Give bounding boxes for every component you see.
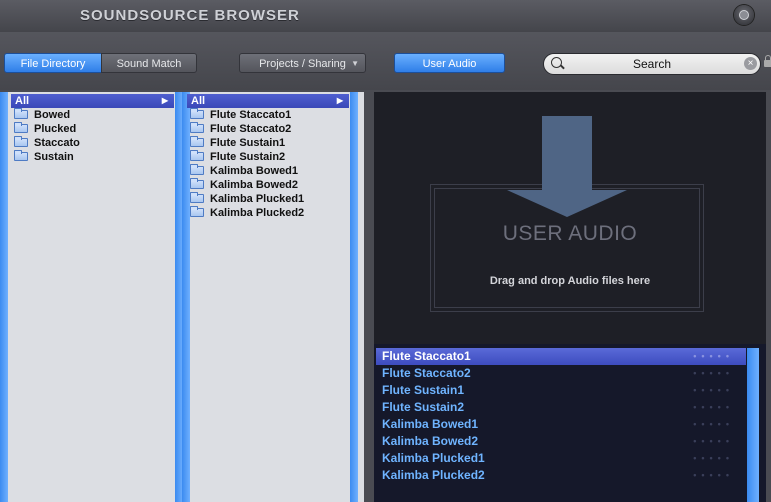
list-item[interactable]: Flute Sustain2 (187, 150, 349, 164)
audio-item-label: Kalimba Plucked2 (382, 468, 485, 482)
audio-list-item[interactable]: Flute Staccato2 ••••• (376, 365, 746, 382)
list-item-label: Bowed (34, 109, 71, 121)
sound-match-button[interactable]: Sound Match (101, 53, 197, 73)
folder-icon (190, 206, 204, 217)
projects-sharing-dropdown[interactable]: Projects / Sharing ▼ (239, 53, 366, 73)
drop-zone-title: USER AUDIO (502, 222, 638, 245)
folder-icon (190, 122, 204, 133)
scrollbar[interactable] (747, 348, 759, 502)
arrow-down-icon-head (507, 190, 627, 217)
audio-list-item-selected[interactable]: Flute Staccato1 ••••• (376, 348, 746, 365)
user-audio-drop-zone[interactable]: USER AUDIO Drag and drop Audio files her… (374, 92, 766, 344)
scrollbar[interactable] (0, 92, 8, 502)
drag-handle-icon[interactable]: ••••• (693, 365, 734, 382)
folder-icon (14, 122, 28, 133)
folder-icon (190, 178, 204, 189)
list-item[interactable]: Kalimba Bowed1 (187, 164, 349, 178)
arrow-down-icon (542, 116, 592, 190)
dropdown-caret-icon: ▼ (351, 59, 359, 68)
list-item-label: Flute Staccato2 (210, 123, 292, 135)
file-list-header-label: All (191, 95, 206, 107)
scrollbar[interactable] (350, 92, 358, 502)
list-item[interactable]: Staccato (11, 136, 174, 150)
list-item[interactable]: Flute Staccato1 (187, 108, 349, 122)
user-audio-list: Flute Staccato1 ••••• Flute Staccato2 ••••… (374, 344, 766, 502)
drag-handle-icon[interactable]: ••••• (693, 416, 734, 433)
app-title: SOUNDSOURCE BROWSER (80, 7, 300, 24)
category-header-label: All (15, 95, 30, 107)
audio-list-item[interactable]: Flute Sustain2 ••••• (376, 399, 746, 416)
folder-icon (14, 150, 28, 161)
file-directory-button[interactable]: File Directory (4, 53, 102, 73)
audio-list-item[interactable]: Flute Sustain1 ••••• (376, 382, 746, 399)
file-list-header[interactable]: All ▶ (187, 94, 349, 108)
audio-item-label: Kalimba Plucked1 (382, 451, 485, 465)
audio-item-label: Flute Sustain1 (382, 383, 465, 397)
category-list: All ▶ Bowed Plucked Staccato Sustain (11, 94, 174, 164)
list-item-label: Kalimba Bowed1 (210, 165, 299, 177)
audio-item-label: Flute Sustain2 (382, 400, 465, 414)
list-item-label: Sustain (34, 151, 74, 163)
list-item-label: Flute Sustain2 (210, 151, 286, 163)
list-item[interactable]: Bowed (11, 108, 174, 122)
drag-handle-icon[interactable]: ••••• (693, 382, 734, 399)
audio-list-item[interactable]: Kalimba Bowed2 ••••• (376, 433, 746, 450)
list-item[interactable]: Kalimba Bowed2 (187, 178, 349, 192)
audio-item-label: Flute Staccato2 (382, 366, 471, 380)
list-item[interactable]: Flute Staccato2 (187, 122, 349, 136)
lock-icon[interactable] (764, 55, 771, 67)
file-list: All ▶ Flute Staccato1 Flute Staccato2 Fl… (187, 94, 349, 220)
list-item-label: Kalimba Bowed2 (210, 179, 299, 191)
list-item-label: Plucked (34, 123, 77, 135)
list-item-label: Kalimba Plucked2 (210, 207, 305, 219)
drag-handle-icon[interactable]: ••••• (693, 399, 734, 416)
list-item[interactable]: Kalimba Plucked2 (187, 206, 349, 220)
title-bar: SOUNDSOURCE BROWSER (0, 0, 771, 32)
drop-zone-hint: Drag and drop Audio files here (489, 275, 651, 287)
category-header[interactable]: All ▶ (11, 94, 174, 108)
list-item-label: Kalimba Plucked1 (210, 193, 305, 205)
clear-icon[interactable]: × (744, 57, 757, 70)
list-item[interactable]: Plucked (11, 122, 174, 136)
audio-list-item[interactable]: Kalimba Plucked1 ••••• (376, 450, 746, 467)
folder-icon (190, 164, 204, 175)
folder-icon (190, 192, 204, 203)
audio-item-label: Kalimba Bowed1 (382, 417, 479, 431)
audio-item-label: Kalimba Bowed2 (382, 434, 479, 448)
user-audio-button[interactable]: User Audio (394, 53, 505, 73)
list-item-label: Flute Staccato1 (210, 109, 292, 121)
drag-handle-icon[interactable]: ••••• (693, 450, 734, 467)
folder-icon (14, 136, 28, 147)
drag-handle-icon[interactable]: ••••• (693, 433, 734, 450)
projects-sharing-label: Projects / Sharing (259, 58, 346, 70)
drag-handle-icon[interactable]: ••••• (693, 467, 734, 484)
file-panel: All ▶ Flute Staccato1 Flute Staccato2 Fl… (182, 92, 364, 502)
search-field[interactable]: Search × (543, 53, 761, 75)
folder-icon (190, 136, 204, 147)
list-item[interactable]: Sustain (11, 150, 174, 164)
audio-list-item[interactable]: Kalimba Plucked2 ••••• (376, 467, 746, 484)
list-item[interactable]: Flute Sustain1 (187, 136, 349, 150)
search-input[interactable]: Search (544, 57, 760, 71)
list-item-label: Staccato (34, 137, 80, 149)
scrollbar[interactable] (175, 92, 182, 502)
list-item-label: Flute Sustain1 (210, 137, 286, 149)
category-panel: All ▶ Bowed Plucked Staccato Sustain (0, 92, 182, 502)
power-icon[interactable] (734, 5, 754, 25)
folder-icon (190, 108, 204, 119)
expand-arrow-icon: ▶ (161, 96, 168, 105)
folder-icon (14, 108, 28, 119)
audio-list-item[interactable]: Kalimba Bowed1 ••••• (376, 416, 746, 433)
audio-item-label: Flute Staccato1 (382, 349, 471, 363)
expand-arrow-icon: ▶ (336, 96, 343, 105)
folder-icon (190, 150, 204, 161)
drag-handle-icon[interactable]: ••••• (693, 348, 734, 365)
list-item[interactable]: Kalimba Plucked1 (187, 192, 349, 206)
